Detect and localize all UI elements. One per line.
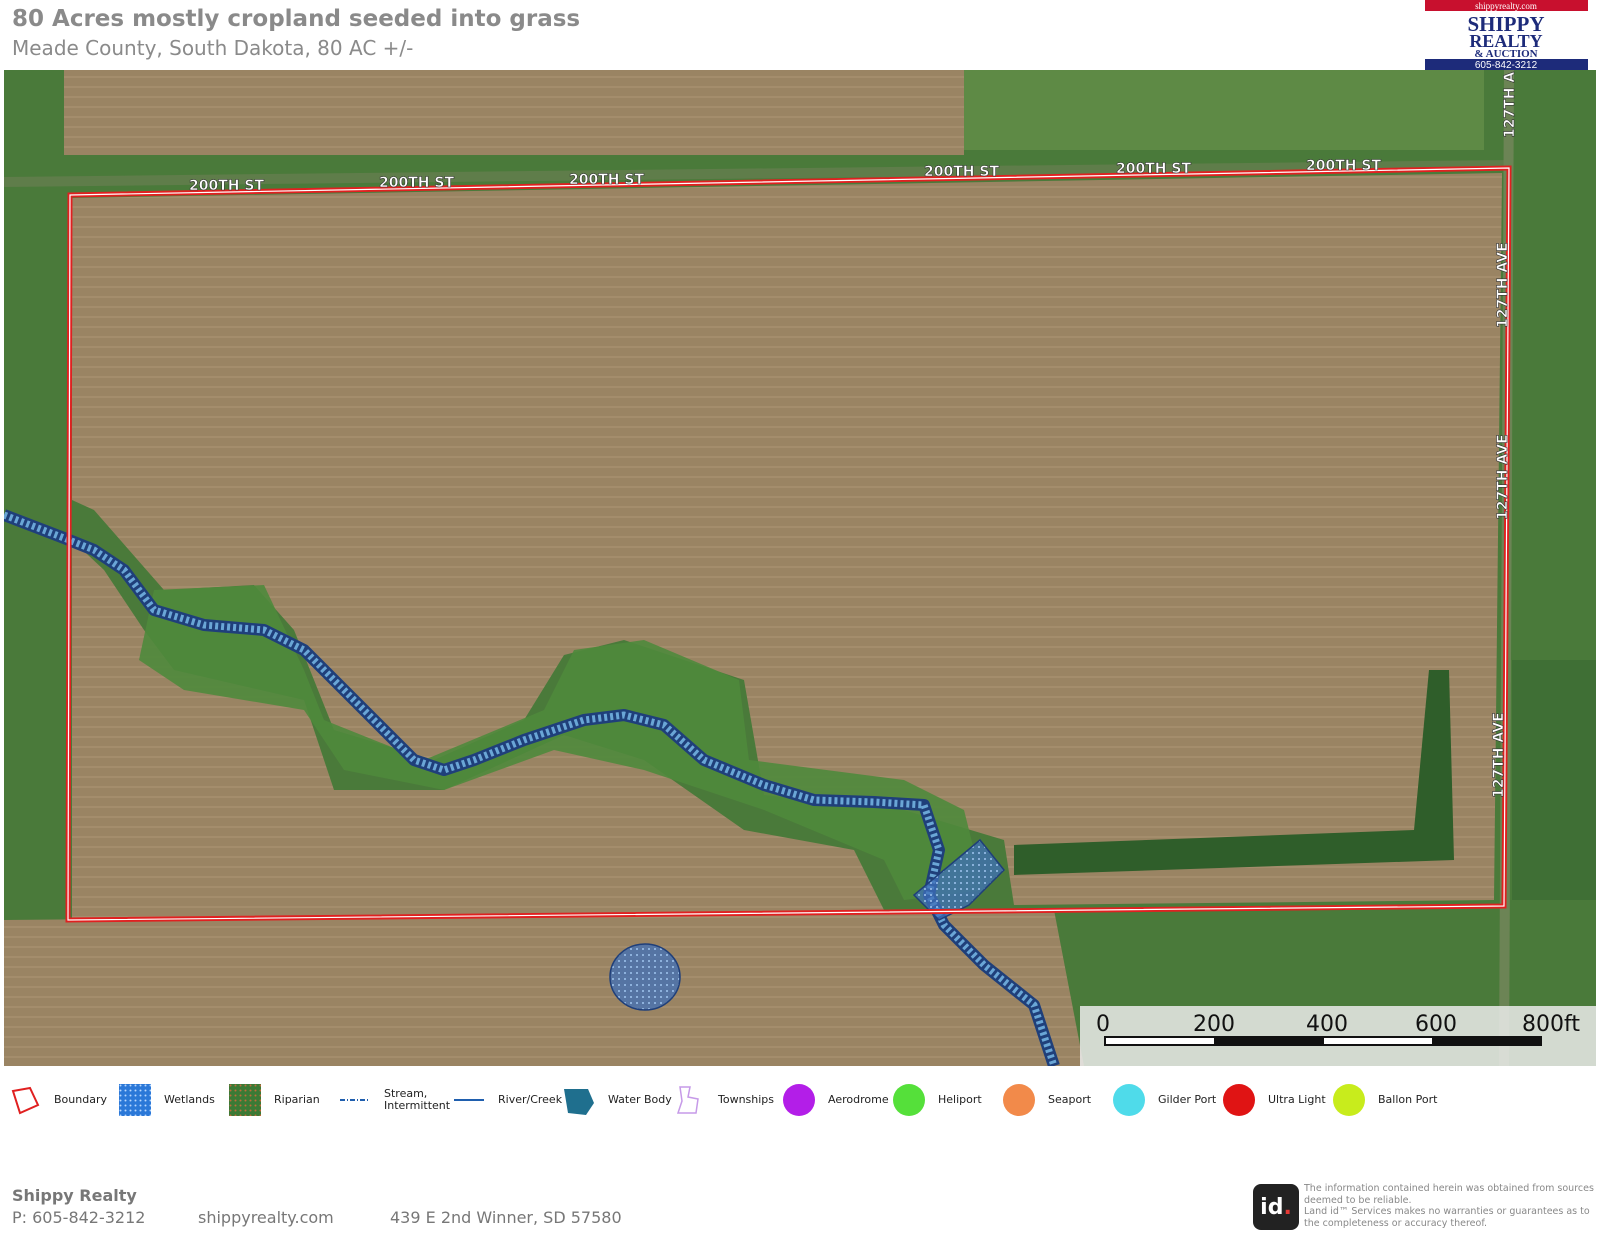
footer-address: 439 E 2nd Winner, SD 57580: [390, 1208, 622, 1227]
legend-item-townships: Townships: [672, 1080, 774, 1120]
river-creek-icon: [452, 1083, 486, 1117]
road-label-200th-st: 200TH ST: [1116, 161, 1191, 177]
wetland-pond: [609, 943, 681, 1011]
north-field: [64, 70, 964, 155]
riparian-icon: [228, 1083, 262, 1117]
ultra-light-icon: [1222, 1083, 1256, 1117]
road-label-127th-ave: 127TH A: [1502, 72, 1518, 138]
map-legend: Boundary Wetlands Riparian Stream, Inter…: [0, 1080, 1600, 1120]
legend-item-gilder-port: Gilder Port: [1112, 1080, 1216, 1120]
legend-item-river-creek: River/Creek: [452, 1080, 562, 1120]
legend-item-wetlands: Wetlands: [118, 1080, 215, 1120]
scale-label-800ft: 800ft: [1522, 1012, 1580, 1037]
wetlands-icon: [118, 1083, 152, 1117]
scale-label-400: 400: [1306, 1012, 1348, 1037]
footer-company-name: Shippy Realty: [12, 1186, 137, 1205]
road-label-127th-ave: 127TH AVE: [1495, 434, 1511, 520]
road-label-127th-ave: 127TH AVE: [1495, 242, 1511, 328]
svg-text:& AUCTION: & AUCTION: [1474, 48, 1537, 60]
scale-label-0: 0: [1096, 1012, 1110, 1037]
south-field: [4, 910, 1084, 1066]
legend-item-water-body: Water Body: [562, 1080, 672, 1120]
legend-item-aerodrome: Aerodrome: [782, 1080, 889, 1120]
legend-item-stream-intermittent: Stream, Intermittent: [338, 1080, 450, 1120]
legend-item-seaport: Seaport: [1002, 1080, 1091, 1120]
seaport-icon: [1002, 1083, 1036, 1117]
road-label-200th-st: 200TH ST: [189, 178, 264, 194]
legend-item-ballon-port: Ballon Port: [1332, 1080, 1437, 1120]
map-canvas: 200TH ST 200TH ST 200TH ST 200TH ST 200T…: [4, 70, 1596, 1066]
legend-item-riparian: Riparian: [228, 1080, 320, 1120]
land-id-logo: id.: [1253, 1184, 1299, 1230]
disclaimer: The information contained herein was obt…: [1304, 1183, 1594, 1229]
gilder-port-icon: [1112, 1083, 1146, 1117]
legend-item-heliport: Heliport: [892, 1080, 982, 1120]
map-subtitle: Meade County, South Dakota, 80 AC +/-: [12, 36, 414, 60]
svg-text:shippyrealty.com: shippyrealty.com: [1475, 1, 1537, 11]
stream-intermittent-icon: [338, 1083, 372, 1117]
road-label-200th-st: 200TH ST: [1306, 158, 1381, 174]
footer-phone: P: 605-842-3212: [12, 1208, 146, 1227]
legend-item-ultra-light: Ultra Light: [1222, 1080, 1326, 1120]
legend-item-boundary: Boundary: [8, 1080, 107, 1120]
footer-website-link[interactable]: shippyrealty.com: [198, 1208, 334, 1227]
scale-label-600: 600: [1415, 1012, 1457, 1037]
heliport-icon: [892, 1083, 926, 1117]
svg-text:605-842-3212: 605-842-3212: [1475, 60, 1538, 70]
water-body-icon: [562, 1083, 596, 1117]
road-label-200th-st: 200TH ST: [379, 175, 454, 191]
scale-label-200: 200: [1193, 1012, 1235, 1037]
map-title: 80 Acres mostly cropland seeded into gra…: [12, 6, 581, 32]
townships-icon: [672, 1083, 706, 1117]
aerodrome-icon: [782, 1083, 816, 1117]
boundary-icon: [8, 1083, 42, 1117]
ballon-port-icon: [1332, 1083, 1366, 1117]
road-label-200th-st: 200TH ST: [569, 172, 644, 188]
shippy-realty-logo: shippyrealty.com SHIPPY REALTY & AUCTION…: [1425, 0, 1588, 70]
road-label-127th-ave: 127TH AVE: [1491, 712, 1507, 798]
aerial-map[interactable]: 200TH ST 200TH ST 200TH ST 200TH ST 200T…: [4, 70, 1596, 1066]
road-label-200th-st: 200TH ST: [924, 164, 999, 180]
